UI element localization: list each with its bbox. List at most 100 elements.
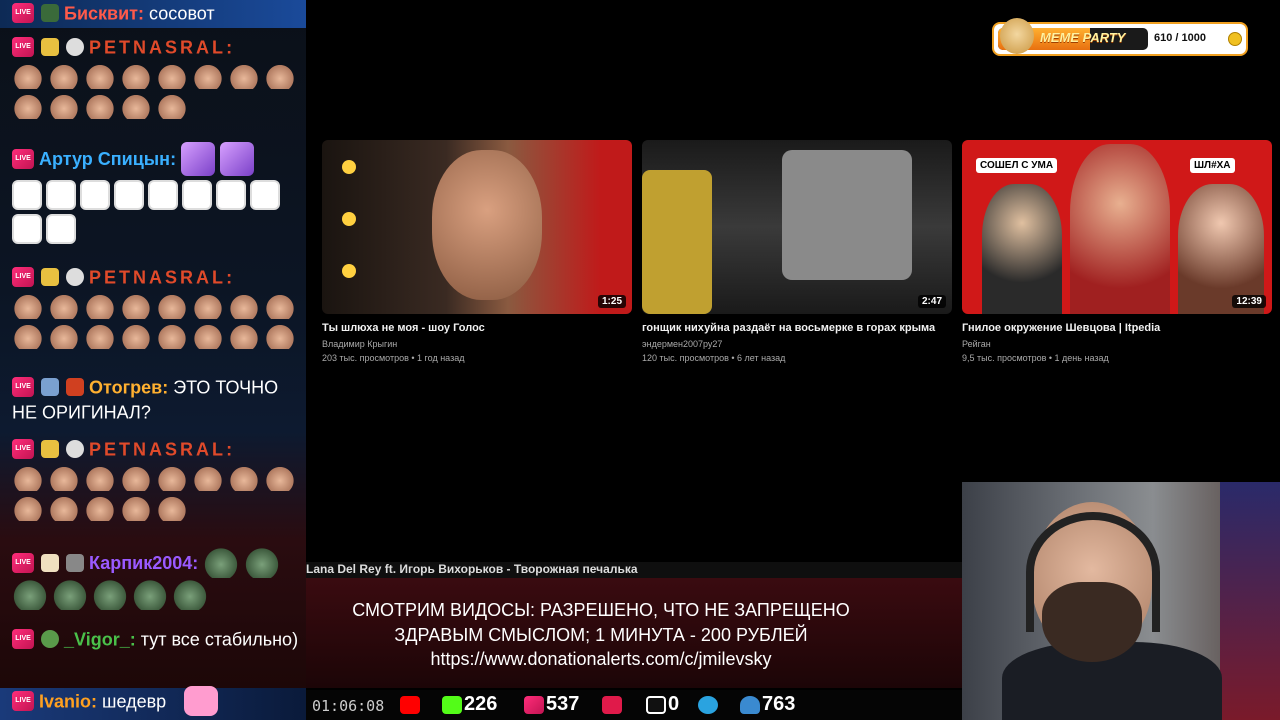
video-meta: 203 тыс. просмотров • 1 год назад <box>322 353 465 363</box>
video-duration: 1:25 <box>597 295 626 308</box>
emote <box>250 180 280 210</box>
chat-username[interactable]: Карпик2004 <box>89 553 192 573</box>
video-thumbnail[interactable]: 1:25 <box>322 140 632 314</box>
video-channel[interactable]: Владимир Крыгин <box>322 339 632 349</box>
emote <box>48 63 80 90</box>
light-icon <box>342 264 356 278</box>
bowl-badge-icon <box>41 378 60 397</box>
viewers-person-icon <box>740 696 760 714</box>
emote <box>172 580 208 610</box>
chat-message: LIVE Артур Спицын: <box>12 142 302 244</box>
live-badge: LIVE <box>12 553 34 573</box>
figure-badge-icon <box>66 554 85 572</box>
emote <box>228 465 260 492</box>
emote <box>84 63 116 90</box>
emote <box>156 323 188 350</box>
chat-username[interactable]: PETNASRAL <box>89 439 226 459</box>
video-title[interactable]: Гнилое окружение Шевцова | Itpedia <box>962 322 1272 334</box>
live-badge: LIVE <box>12 267 34 288</box>
chat-username[interactable]: _Vigor_ <box>64 629 130 649</box>
beer-mug-badge-icon <box>41 554 60 572</box>
chat-username[interactable]: PETNASRAL <box>89 37 226 57</box>
video-thumbnail[interactable]: СОШЕЛ С УМА ШЛ#ХА 12:39 <box>962 140 1272 314</box>
emote <box>148 180 178 210</box>
chat-username[interactable]: PETNASRAL <box>89 267 226 287</box>
rutube-icon <box>646 696 666 714</box>
uptime-clock: 01:06:08 <box>312 697 385 715</box>
live-badge: LIVE <box>12 149 34 169</box>
rutube-viewers: 0 <box>668 693 680 715</box>
light-icon <box>342 212 356 226</box>
yellow-car <box>642 170 712 314</box>
emote <box>156 495 188 522</box>
light-icon <box>342 160 356 174</box>
emote-row <box>12 293 302 350</box>
headset <box>1026 512 1160 632</box>
emote <box>120 63 152 90</box>
total-viewers: 763 <box>762 693 796 715</box>
emote <box>228 323 260 350</box>
emote <box>203 548 240 578</box>
banner-url[interactable]: https://www.donationalerts.com/c/jmilevs… <box>306 649 896 670</box>
chat-text: сосовот <box>149 3 215 24</box>
play-icon <box>602 696 622 714</box>
chat-text: шедевр <box>102 691 167 712</box>
chat-username[interactable]: Отогрев <box>89 377 162 397</box>
kick-icon <box>442 696 462 714</box>
person-figure <box>432 150 542 300</box>
chat-username[interactable]: Бисквит <box>64 3 138 23</box>
emote <box>12 180 42 210</box>
chat-message: LIVE Ivanio: шедевр <box>12 688 302 713</box>
person-figure <box>1070 144 1170 314</box>
emote <box>12 323 44 350</box>
live-badge: LIVE <box>12 691 34 712</box>
emote <box>84 495 116 522</box>
chat-message: LIVE PETNASRAL: <box>12 264 302 350</box>
emote <box>264 323 296 350</box>
video-channel[interactable]: Рейган <box>962 339 1272 349</box>
emote <box>120 93 152 120</box>
emote <box>120 495 152 522</box>
video-card[interactable]: 1:25 Ты шлюха не моя - шоу Голос Владими… <box>322 140 632 363</box>
chat-text: тут все стабильно) <box>140 629 299 650</box>
video-thumbnail[interactable]: 2:47 <box>642 140 952 314</box>
chat-username[interactable]: Артур Спицын <box>39 149 170 169</box>
video-duration: 12:39 <box>1232 295 1266 308</box>
video-channel[interactable]: эндермен2007ру27 <box>642 339 952 349</box>
banner-line: ЗДРАВЫМ СМЫСЛОМ; 1 МИНУТА - 200 РУБЛЕЙ <box>394 625 808 645</box>
emote <box>264 465 296 492</box>
coin-icon <box>1228 32 1242 46</box>
emote <box>120 465 152 492</box>
vk-live-icon <box>524 696 544 714</box>
emote <box>48 465 80 492</box>
video-card[interactable]: СОШЕЛ С УМА ШЛ#ХА 12:39 Гнилое окружение… <box>962 140 1272 363</box>
emote <box>156 465 188 492</box>
emote-row <box>12 465 302 522</box>
webcam-feed <box>962 482 1280 720</box>
emote <box>192 323 224 350</box>
emote <box>84 465 116 492</box>
video-card[interactable]: 2:47 гонщик нихуйна раздаёт на восьмерке… <box>642 140 952 363</box>
emote <box>181 142 216 176</box>
sub-badge-icon <box>41 4 60 23</box>
video-meta: 9,5 тыс. просмотров • 1 день назад <box>962 353 1109 363</box>
emote <box>216 180 246 210</box>
video-title[interactable]: Ты шлюха не моя - шоу Голос <box>322 322 632 334</box>
person-figure <box>982 184 1062 314</box>
chat-message: LIVE Бисквит: сосовот <box>12 0 302 25</box>
video-title[interactable]: гонщик нихуйна раздаёт на восьмерке в го… <box>642 322 952 334</box>
banner-line: СМОТРИМ ВИДОСЫ: РАЗРЕШЕНО, ЧТО НЕ ЗАПРЕЩ… <box>352 600 850 620</box>
meme-party-count: 610 / 1000 <box>1154 32 1206 44</box>
cat-emote <box>184 686 218 716</box>
telegram-icon <box>698 696 718 714</box>
emote <box>48 323 80 350</box>
emote <box>12 214 42 244</box>
fire-badge-icon <box>66 378 85 397</box>
chat-username[interactable]: Ivanio <box>39 691 91 711</box>
beer-badge-icon <box>41 38 60 57</box>
emote <box>156 93 188 120</box>
emote <box>120 323 152 350</box>
chat-message: LIVE PETNASRAL: <box>12 34 302 120</box>
emote <box>12 63 44 90</box>
live-badge: LIVE <box>12 37 34 58</box>
